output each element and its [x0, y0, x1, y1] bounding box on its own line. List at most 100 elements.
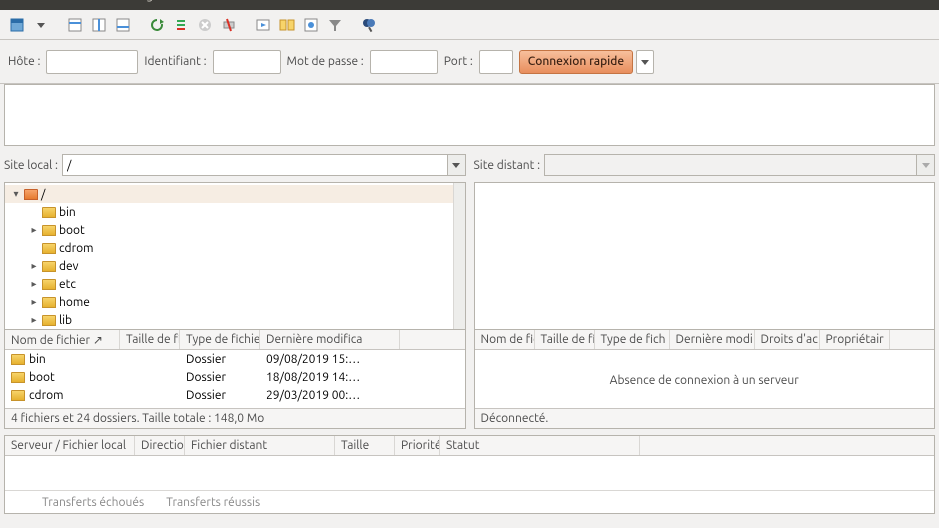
process-queue-button[interactable]	[170, 14, 192, 36]
site-manager-dropdown[interactable]	[30, 14, 52, 36]
transfer-queue[interactable]: Serveur / Fichier localDirectioFichier d…	[4, 435, 935, 514]
sync-browse-button[interactable]	[300, 14, 322, 36]
reconnect-button[interactable]	[252, 14, 274, 36]
column-header[interactable]: Dernière modi	[670, 330, 755, 349]
filter-button[interactable]	[324, 14, 346, 36]
remote-path-dropdown	[917, 154, 935, 176]
host-input[interactable]	[46, 50, 138, 74]
toggle-log-button[interactable]	[64, 14, 86, 36]
folder-icon	[11, 372, 25, 383]
remote-path-label: Site distant :	[474, 159, 541, 172]
list-item[interactable]: boot Dossier18/08/2019 14:…	[5, 368, 465, 386]
message-log[interactable]	[4, 84, 935, 146]
column-header[interactable]: Dernière modifica	[260, 330, 400, 349]
folder-icon	[42, 261, 56, 272]
cancel-button[interactable]	[194, 14, 216, 36]
tree-item-label: boot	[59, 224, 85, 237]
column-header[interactable]: Serveur / Fichier local	[5, 436, 135, 455]
expand-icon[interactable]: ▸	[29, 224, 39, 236]
user-input[interactable]	[213, 50, 281, 74]
host-label: Hôte :	[8, 55, 40, 68]
quickconnect-button[interactable]: Connexion rapide	[519, 50, 633, 74]
tree-item-label: home	[59, 296, 90, 309]
file-date: 09/08/2019 15:…	[260, 353, 400, 366]
tree-item-label: lib	[59, 314, 72, 327]
quickconnect-history-dropdown[interactable]	[636, 50, 654, 74]
tree-item[interactable]: cdrom	[5, 239, 465, 257]
tree-item-label: bin	[59, 206, 76, 219]
pass-label: Mot de passe :	[287, 55, 364, 68]
file-type: Dossier	[180, 371, 260, 384]
search-button[interactable]	[358, 14, 380, 36]
tree-item[interactable]: ▸ home	[5, 293, 465, 311]
toggle-tree-button[interactable]	[88, 14, 110, 36]
scrollbar[interactable]	[453, 183, 465, 329]
file-name: boot	[29, 371, 55, 384]
dir-compare-button[interactable]	[276, 14, 298, 36]
tab-success[interactable]: Transferts réussis	[157, 493, 269, 511]
tab-queued[interactable]	[11, 493, 29, 511]
tree-item[interactable]: ▸ lib	[5, 311, 465, 329]
tab-failed[interactable]: Transferts échoués	[33, 493, 153, 511]
column-header[interactable]: Type de fich	[595, 330, 670, 349]
folder-icon	[24, 189, 38, 200]
tree-item[interactable]: bin	[5, 203, 465, 221]
tree-item[interactable]: ▸ boot	[5, 221, 465, 239]
local-path-label: Site local :	[4, 159, 58, 172]
file-type: Dossier	[180, 353, 260, 366]
folder-icon	[42, 207, 56, 218]
expand-icon[interactable]: ▸	[29, 260, 39, 272]
file-name: cdrom	[29, 389, 63, 402]
column-header[interactable]: Taille de fic	[120, 330, 180, 349]
file-date: 18/08/2019 14:…	[260, 371, 400, 384]
column-header[interactable]: Statut	[440, 436, 640, 455]
column-header[interactable]: Taille	[335, 436, 395, 455]
column-header[interactable]: Droits d'ac	[755, 330, 820, 349]
remote-tree	[474, 182, 936, 330]
list-item[interactable]: cdrom Dossier29/03/2019 00:…	[5, 386, 465, 404]
tree-item-label: /	[41, 188, 45, 201]
tree-item[interactable]: ▾/	[5, 185, 465, 203]
column-header[interactable]: Nom de fic	[475, 330, 535, 349]
tree-item[interactable]: ▸ dev	[5, 257, 465, 275]
column-header[interactable]: Type de fichier	[180, 330, 260, 349]
local-tree[interactable]: ▾/bin▸bootcdrom▸dev▸etc▸home▸lib	[4, 182, 466, 330]
pass-input[interactable]	[370, 50, 438, 74]
remote-file-list: Nom de ficTaille de fiType de fichDerniè…	[474, 330, 936, 429]
expand-icon[interactable]: ▾	[11, 188, 21, 200]
port-input[interactable]	[479, 50, 513, 74]
folder-icon	[42, 225, 56, 236]
tree-item-label: etc	[59, 278, 76, 291]
expand-icon[interactable]: ▸	[29, 296, 39, 308]
folder-icon	[11, 390, 25, 401]
column-header[interactable]: Taille de fi	[535, 330, 595, 349]
local-file-list[interactable]: Nom de fichier ↗Taille de ficType de fic…	[4, 330, 466, 429]
column-header[interactable]: Directio	[135, 436, 185, 455]
file-type: Dossier	[180, 389, 260, 402]
file-name: bin	[29, 353, 46, 366]
tree-item-label: cdrom	[59, 242, 93, 255]
local-path-dropdown[interactable]	[448, 154, 466, 176]
local-status: 4 fichiers et 24 dossiers. Taille totale…	[5, 408, 465, 428]
column-header[interactable]: Nom de fichier ↗	[5, 330, 120, 349]
toggle-queue-button[interactable]	[112, 14, 134, 36]
file-date: 29/03/2019 00:…	[260, 389, 400, 402]
tree-item[interactable]: ▸ etc	[5, 275, 465, 293]
refresh-button[interactable]	[146, 14, 168, 36]
local-path-input[interactable]	[62, 154, 448, 176]
expand-icon[interactable]: ▸	[29, 314, 39, 326]
column-header[interactable]: Priorité	[395, 436, 440, 455]
disconnect-button[interactable]	[218, 14, 240, 36]
column-header[interactable]: Propriétair	[820, 330, 890, 349]
tree-item-label: dev	[59, 260, 79, 273]
remote-pane: Site distant : Nom de ficTaille de fiTyp…	[474, 150, 936, 429]
remote-path-input	[544, 154, 917, 176]
remote-status: Déconnecté.	[475, 408, 935, 428]
folder-icon	[42, 279, 56, 290]
column-header[interactable]: Fichier distant	[185, 436, 335, 455]
port-label: Port :	[444, 55, 473, 68]
folder-icon	[11, 354, 25, 365]
expand-icon[interactable]: ▸	[29, 278, 39, 290]
site-manager-button[interactable]	[6, 14, 28, 36]
list-item[interactable]: bin Dossier09/08/2019 15:…	[5, 350, 465, 368]
